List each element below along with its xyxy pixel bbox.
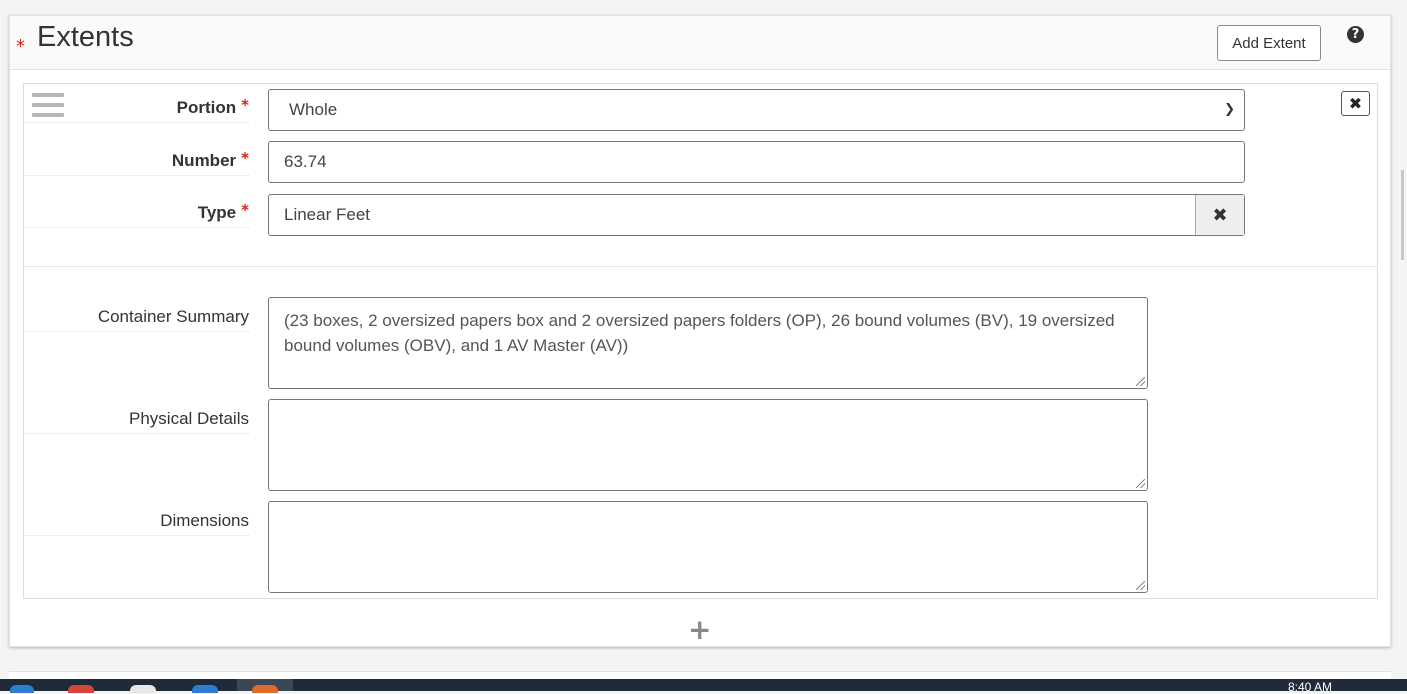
type-combobox[interactable]: Linear Feet ✖ <box>268 194 1245 236</box>
taskbar-app-icon[interactable] <box>10 685 34 693</box>
divider <box>24 266 1377 267</box>
portion-label: Portion * <box>24 96 249 123</box>
required-marker: * <box>16 36 25 57</box>
add-extent-button[interactable]: Add Extent <box>1217 25 1321 61</box>
dimensions-label: Dimensions <box>24 511 249 536</box>
resize-grip-icon[interactable] <box>1136 377 1145 386</box>
container-summary-value: (23 boxes, 2 oversized papers box and 2 … <box>284 311 1115 355</box>
number-label: Number * <box>24 149 249 176</box>
taskbar-app-icon[interactable] <box>130 685 156 693</box>
taskbar-app-icon[interactable] <box>68 685 94 693</box>
resize-grip-icon[interactable] <box>1136 479 1145 488</box>
type-value: Linear Feet <box>284 205 370 224</box>
type-label: Type * <box>24 201 249 228</box>
number-input[interactable]: 63.74 <box>268 141 1245 183</box>
portion-selected-value: Whole <box>289 100 338 119</box>
physical-details-label: Physical Details <box>24 409 249 434</box>
help-icon[interactable]: ? <box>1347 26 1364 43</box>
extents-panel: * Extents Add Extent ? ✖ Portion * Whole … <box>9 15 1391 647</box>
container-summary-textarea[interactable]: (23 boxes, 2 oversized papers box and 2 … <box>268 297 1148 389</box>
scrollbar-thumb[interactable] <box>1401 170 1404 260</box>
dimensions-textarea[interactable] <box>268 501 1148 593</box>
taskbar-app-icon[interactable] <box>192 685 218 693</box>
extents-header: * Extents Add Extent ? <box>10 16 1390 70</box>
physical-details-textarea[interactable] <box>268 399 1148 491</box>
chevron-down-icon: ❯ <box>1224 102 1235 117</box>
container-summary-label: Container Summary <box>24 307 249 332</box>
remove-extent-button[interactable]: ✖ <box>1341 91 1370 116</box>
section-title: Extents <box>37 21 134 53</box>
resize-grip-icon[interactable] <box>1136 581 1145 590</box>
add-subrecord-plus-icon[interactable]: + <box>688 616 711 644</box>
taskbar-clock: 8:40 AM <box>1288 680 1333 694</box>
taskbar: 8:40 AM <box>0 679 1407 694</box>
extent-subrecord: ✖ Portion * Whole ❯ Number * 63.74 Type * L… <box>23 83 1378 599</box>
taskbar-app-icon[interactable] <box>252 685 278 693</box>
number-value: 63.74 <box>284 152 327 171</box>
clear-type-button[interactable]: ✖ <box>1195 195 1244 235</box>
portion-select[interactable]: Whole ❯ <box>268 89 1245 131</box>
